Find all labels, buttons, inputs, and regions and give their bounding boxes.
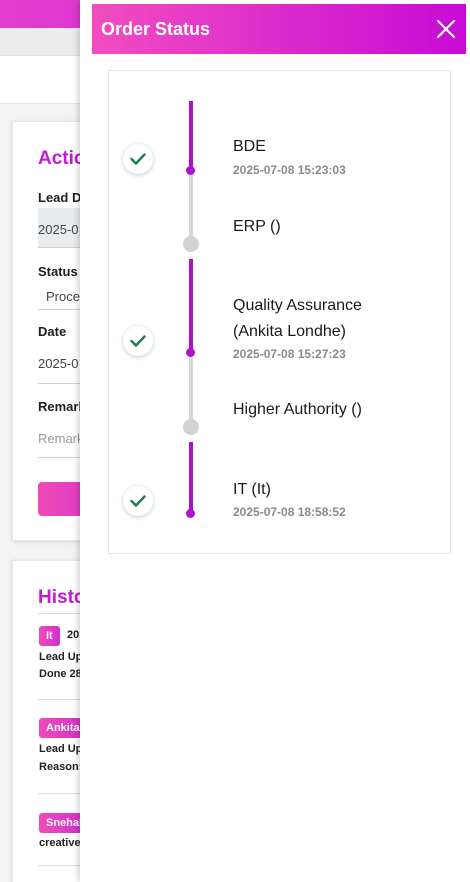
step-name-it: IT (It) [233, 481, 271, 498]
step-name-quality-assurance: Quality Assurance [233, 297, 362, 314]
status-select[interactable]: Proce [46, 289, 80, 304]
history-text: 20 [67, 629, 80, 641]
check-icon [123, 486, 153, 516]
status-label: Status [38, 264, 78, 279]
timeline-dot-done [186, 509, 195, 518]
step-time-it: 2025-07-08 18:58:52 [233, 505, 346, 519]
panel-title: Order Status [101, 19, 211, 39]
timeline-segment-inactive [189, 352, 193, 426]
timeline-dot-done [186, 166, 195, 175]
step-time-quality-assurance: 2025-07-08 15:27:23 [233, 347, 346, 361]
history-tag: It [39, 626, 60, 646]
history-text: creative [39, 837, 81, 849]
step-time-bde: 2025-07-08 15:23:03 [233, 163, 346, 177]
timeline-segment-active [189, 259, 193, 352]
check-icon [123, 144, 153, 174]
step-name-erp: ERP () [233, 218, 281, 235]
check-icon [123, 326, 153, 356]
history-text: Lead Up [39, 743, 83, 755]
step-name-bde: BDE [233, 138, 266, 155]
history-text: Done 28 [39, 668, 82, 680]
history-card-title: Histo [38, 587, 86, 608]
order-status-timeline: BDE 2025-07-08 15:23:03 ERP () Quality A… [108, 70, 451, 554]
history-text: Reason: [39, 761, 83, 773]
lead-date-label: Lead D [38, 190, 82, 205]
lead-date-value: 2025-0 [38, 222, 79, 237]
remarks-input[interactable]: Remark [38, 431, 84, 446]
close-icon[interactable] [430, 13, 462, 45]
order-status-panel: Order Status BDE 2025-07-08 15:23:03 ERP… [80, 0, 470, 882]
date-label: Date [38, 324, 67, 339]
timeline-segment-active [189, 442, 193, 514]
remarks-label: Remark [38, 399, 86, 414]
timeline-segment-active [189, 101, 193, 171]
date-input[interactable]: 2025-0 [38, 356, 78, 371]
action-card-title: Actio [38, 148, 86, 169]
history-text: Lead Up [39, 651, 83, 663]
timeline-dot-pending [183, 236, 199, 252]
step-name-quality-assurance-owner: (Ankita Londhe) [233, 323, 346, 340]
step-name-higher-authority: Higher Authority () [233, 401, 362, 418]
timeline-dot-done [186, 348, 195, 357]
timeline-dot-pending [183, 419, 199, 435]
timeline-segment-inactive [189, 171, 193, 243]
panel-header: Order Status [92, 4, 466, 54]
